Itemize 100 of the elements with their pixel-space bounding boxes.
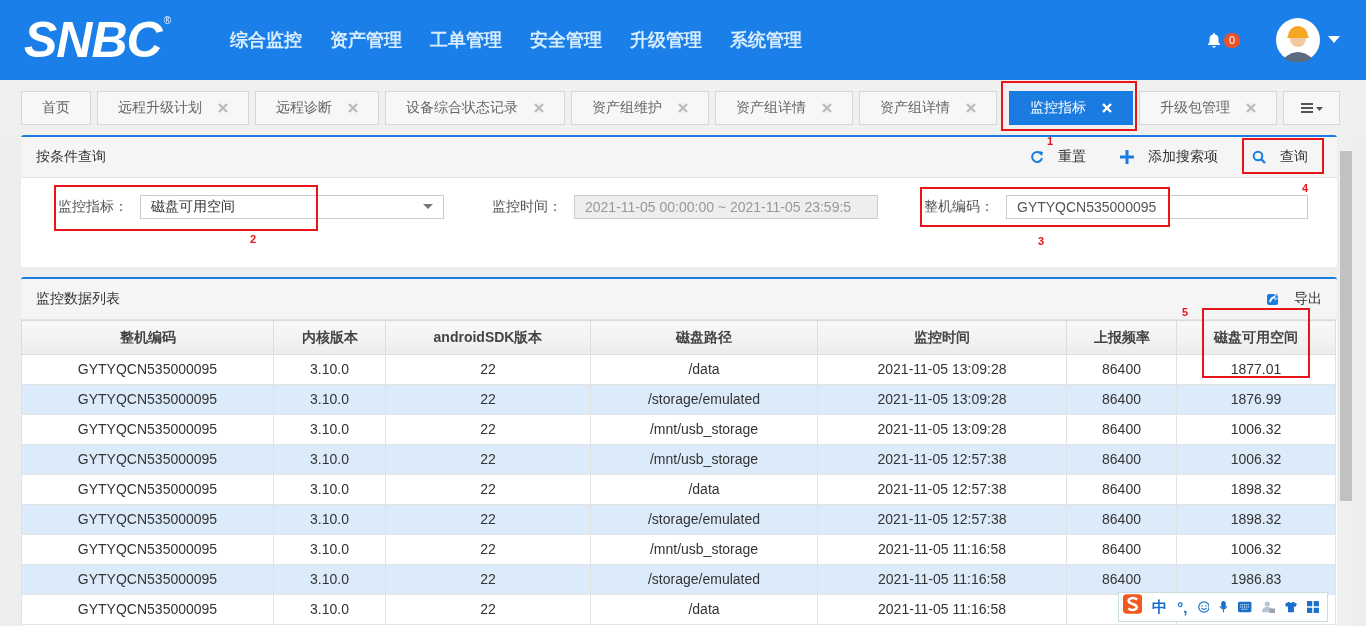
search-button[interactable]: 查询 bbox=[1252, 148, 1322, 166]
nav-link[interactable]: 工单管理 bbox=[430, 28, 502, 52]
table-cell: 1006.32 bbox=[1176, 414, 1336, 445]
table-cell: 2021-11-05 12:57:38 bbox=[817, 504, 1067, 535]
annotation-number: 2 bbox=[250, 233, 257, 245]
table-cell: GYTYQCN535000095 bbox=[21, 504, 274, 535]
field-label: 整机编码： bbox=[924, 198, 994, 216]
column-header[interactable]: 磁盘可用空间 bbox=[1176, 320, 1336, 355]
table-cell: /data bbox=[590, 474, 818, 505]
panel-title: 监控数据列表 bbox=[36, 290, 120, 308]
table-cell: GYTYQCN535000095 bbox=[21, 564, 274, 595]
table-cell: /storage/emulated bbox=[590, 564, 818, 595]
column-header[interactable]: 监控时间 bbox=[817, 320, 1067, 355]
table-cell: 3.10.0 bbox=[273, 414, 386, 445]
table-cell: 86400 bbox=[1066, 414, 1177, 445]
column-header[interactable]: 整机编码 bbox=[21, 320, 274, 355]
table-cell: GYTYQCN535000095 bbox=[21, 414, 274, 445]
tab[interactable]: 资产组维护 bbox=[571, 90, 709, 125]
input-mode[interactable]: 中 bbox=[1152, 597, 1168, 617]
table-cell: 86400 bbox=[1066, 474, 1177, 505]
table-cell: /data bbox=[590, 354, 818, 385]
nav-link[interactable]: 安全管理 bbox=[530, 28, 602, 52]
table-cell: 1006.32 bbox=[1176, 534, 1336, 565]
field-label: 监控时间： bbox=[492, 198, 562, 216]
annotation-number: 5 bbox=[1182, 306, 1189, 318]
tab[interactable]: 远程诊断 bbox=[255, 90, 379, 125]
table-cell: 3.10.0 bbox=[273, 534, 386, 565]
select-field[interactable]: 磁盘可用空间 bbox=[140, 195, 444, 219]
tab[interactable]: 远程升级计划 bbox=[97, 90, 249, 125]
table-cell: 86400 bbox=[1066, 534, 1177, 565]
table-cell: /mnt/usb_storage bbox=[590, 414, 818, 445]
table-cell: 1876.99 bbox=[1176, 384, 1336, 415]
tab[interactable]: 资产组详情 bbox=[859, 90, 997, 125]
tab[interactable]: 资产组详情 bbox=[715, 90, 853, 125]
table-cell: GYTYQCN535000095 bbox=[21, 594, 274, 625]
nav-link[interactable]: 资产管理 bbox=[330, 28, 402, 52]
table-cell: 1877.01 bbox=[1176, 354, 1336, 385]
nav-link[interactable]: 系统管理 bbox=[730, 28, 802, 52]
table-cell: 2021-11-05 11:16:58 bbox=[817, 594, 1067, 625]
column-header[interactable]: 上报频率 bbox=[1066, 320, 1177, 355]
column-header[interactable]: androidSDK版本 bbox=[385, 320, 591, 355]
table-cell: 2021-11-05 13:09:28 bbox=[817, 384, 1067, 415]
table-cell: 1006.32 bbox=[1176, 444, 1336, 475]
tab[interactable]: 监控指标 bbox=[1009, 90, 1133, 125]
table-cell: 1898.32 bbox=[1176, 504, 1336, 535]
panel-title: 按条件查询 bbox=[36, 148, 106, 166]
table-cell: 86400 bbox=[1066, 504, 1177, 535]
table-cell: 2021-11-05 11:16:58 bbox=[817, 564, 1067, 595]
reset-button[interactable]: 重置 bbox=[1030, 148, 1100, 166]
logo: SNBC$^{®}$ bbox=[24, 15, 173, 65]
table-cell: /storage/emulated bbox=[590, 384, 818, 415]
input-field[interactable]: GYTYQCN535000095 bbox=[1006, 195, 1308, 219]
tab[interactable]: 首页 bbox=[21, 90, 91, 125]
tab[interactable]: 设备综合状态记录 bbox=[385, 90, 565, 125]
export-button[interactable]: 导出 bbox=[1266, 290, 1322, 308]
table-cell: GYTYQCN535000095 bbox=[21, 534, 274, 565]
add-button[interactable]: 添加搜索项 bbox=[1120, 148, 1232, 166]
table-cell: GYTYQCN535000095 bbox=[21, 474, 274, 505]
table-cell: /mnt/usb_storage bbox=[590, 534, 818, 565]
annotation-number: 3 bbox=[1038, 235, 1045, 247]
table-cell: /storage/emulated bbox=[590, 504, 818, 535]
field-label: 监控指标： bbox=[58, 198, 128, 216]
table-cell: GYTYQCN535000095 bbox=[21, 444, 274, 475]
nav-link[interactable]: 升级管理 bbox=[630, 28, 702, 52]
table-cell: 3.10.0 bbox=[273, 444, 386, 475]
table-cell: 22 bbox=[385, 594, 591, 625]
table-cell: 22 bbox=[385, 564, 591, 595]
table-cell: 1898.32 bbox=[1176, 474, 1336, 505]
nav-link[interactable]: 综合监控 bbox=[230, 28, 302, 52]
table-cell: 86400 bbox=[1066, 354, 1177, 385]
table-cell: 22 bbox=[385, 414, 591, 445]
table-cell: 22 bbox=[385, 444, 591, 475]
table-cell: 2021-11-05 12:57:38 bbox=[817, 474, 1067, 505]
table-cell: 2021-11-05 13:09:28 bbox=[817, 414, 1067, 445]
table-cell: 2021-11-05 13:09:28 bbox=[817, 354, 1067, 385]
annotation-number: 4 bbox=[1301, 182, 1308, 194]
column-header[interactable]: 磁盘路径 bbox=[590, 320, 818, 355]
table-cell: 22 bbox=[385, 384, 591, 415]
table-cell: 22 bbox=[385, 354, 591, 385]
punctuation-mode[interactable]: °, bbox=[1177, 598, 1188, 616]
table-cell: /data bbox=[590, 594, 818, 625]
table-cell: 86400 bbox=[1066, 384, 1177, 415]
table-cell: 3.10.0 bbox=[273, 564, 386, 595]
table-cell: 22 bbox=[385, 504, 591, 535]
tab[interactable]: 升级包管理 bbox=[1139, 90, 1277, 125]
table-cell: /mnt/usb_storage bbox=[590, 444, 818, 475]
table-cell: 3.10.0 bbox=[273, 594, 386, 625]
column-header[interactable]: 内核版本 bbox=[273, 320, 386, 355]
notification-badge: 0 bbox=[1223, 32, 1240, 48]
table-cell: 3.10.0 bbox=[273, 504, 386, 535]
table-cell: 2021-11-05 11:16:58 bbox=[817, 534, 1067, 565]
table-cell: 3.10.0 bbox=[273, 384, 386, 415]
table-cell: 3.10.0 bbox=[273, 354, 386, 385]
table-cell: 86400 bbox=[1066, 444, 1177, 475]
table-cell: GYTYQCN535000095 bbox=[21, 354, 274, 385]
annotation-number: 1 bbox=[1047, 134, 1054, 147]
table-cell: 22 bbox=[385, 534, 591, 565]
table-cell: 22 bbox=[385, 474, 591, 505]
table-cell: GYTYQCN535000095 bbox=[21, 384, 274, 415]
table-cell: 3.10.0 bbox=[273, 474, 386, 505]
